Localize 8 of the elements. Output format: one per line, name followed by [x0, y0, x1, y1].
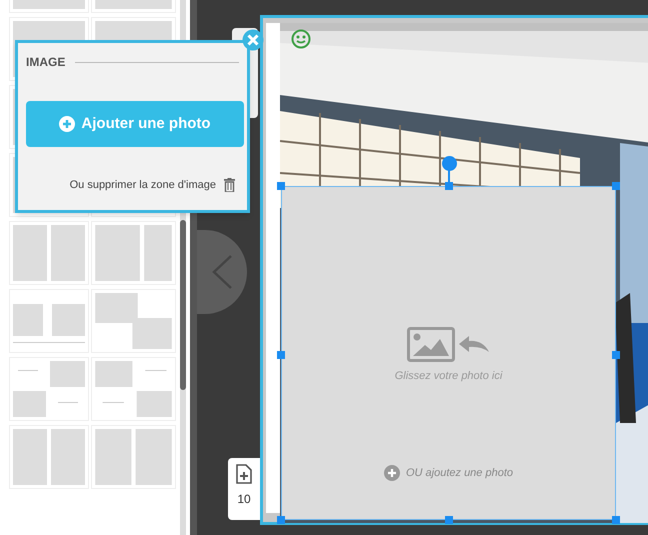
popup-title: IMAGE	[26, 54, 66, 71]
add-page-button[interactable]: 10	[228, 458, 260, 520]
add-photo-button[interactable]: Ajouter une photo	[26, 101, 244, 147]
page-count: 10	[237, 491, 251, 508]
drop-hint: Glissez votre photo ici	[394, 369, 502, 384]
delete-zone-text: Ou supprimer la zone d'image	[70, 178, 216, 193]
image-drop-zone[interactable]: Glissez votre photo ici OU ajoutez une photo	[281, 186, 616, 520]
add-photo-link[interactable]: OU ajoutez une photo	[384, 464, 514, 481]
